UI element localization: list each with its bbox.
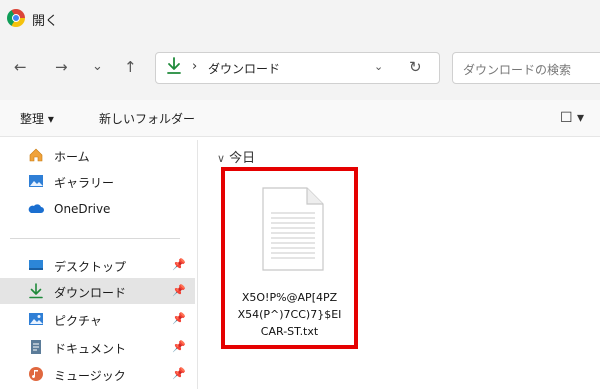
breadcrumb-downloads[interactable]: ダウンロード [208,60,280,77]
breadcrumb-separator: › [192,59,198,74]
navigation-pane: ホーム ギャラリー OneDrive デスクトップ 📌 ダウンロード 📌 ピクチ… [0,137,195,389]
gallery-icon [28,173,44,189]
music-icon [28,366,44,382]
file-name: X5O!P%@AP[4PZ X54(P^)7CC)7}$EI CAR-ST.tx… [237,291,342,338]
group-label: 今日 [229,151,256,166]
onedrive-icon [28,201,44,217]
sidebar-item-onedrive[interactable]: OneDrive [0,196,195,222]
address-dropdown-button[interactable]: ⌄ [374,60,383,73]
sidebar-item-pictures[interactable]: ピクチャ 📌 [0,306,195,332]
title-bar: 開く [0,0,600,40]
pictures-icon [28,311,44,327]
sidebar-divider [10,238,180,239]
sidebar-item-desktop[interactable]: デスクトップ 📌 [0,252,195,278]
chrome-icon [7,9,25,27]
organize-button[interactable]: 整理 ▾ [20,110,54,127]
desktop-icon [28,257,44,273]
download-icon [166,57,182,79]
address-bar[interactable]: › ダウンロード ⌄ ↻ [155,52,440,84]
navigation-bar: ← → ⌄ ↑ › ダウンロード ⌄ ↻ ダウンロードの検索 [0,40,600,100]
command-toolbar: 整理 ▾ 新しいフォルダー ☐ ▾ [0,100,600,137]
sidebar-item-label: デスクトップ [54,260,127,274]
sidebar-item-documents[interactable]: ドキュメント 📌 [0,334,195,360]
sidebar-item-label: ドキュメント [54,342,127,356]
pin-icon[interactable]: 📌 [172,258,186,271]
search-input[interactable]: ダウンロードの検索 [452,52,600,84]
view-options-button[interactable]: ☐ ▾ [560,110,584,126]
pin-icon[interactable]: 📌 [172,284,186,297]
refresh-button[interactable]: ↻ [409,58,422,76]
chevron-down-icon: ∨ [217,152,226,165]
documents-icon [28,339,44,355]
recent-locations-button[interactable]: ⌄ [92,57,103,77]
sidebar-item-label: ホーム [54,150,90,164]
sidebar-item-music[interactable]: ミュージック 📌 [0,361,195,387]
sidebar-item-label: ダウンロード [54,286,127,300]
sidebar-item-gallery[interactable]: ギャラリー [0,168,195,194]
window-title: 開く [32,14,59,29]
sidebar-item-label: ミュージック [54,369,126,383]
file-list: ∨ 今日 X5O!P%@AP[4PZ X54(P^)7CC)7}$EI CAR-S… [205,137,600,389]
group-header-today[interactable]: ∨ 今日 [217,147,255,166]
file-item[interactable]: X5O!P%@AP[4PZ X54(P^)7CC)7}$EI CAR-ST.tx… [221,167,358,349]
up-button[interactable]: ↑ [124,57,137,77]
sidebar-item-label: ギャラリー [54,176,115,190]
home-icon [28,147,44,163]
back-button[interactable]: ← [14,57,27,77]
sidebar-item-label: ピクチャ [54,314,102,328]
new-folder-button[interactable]: 新しいフォルダー [99,110,195,127]
download-icon [28,283,44,299]
sidebar-item-downloads[interactable]: ダウンロード 📌 [0,278,195,304]
pin-icon[interactable]: 📌 [172,340,186,353]
pane-splitter[interactable] [197,140,198,389]
sidebar-item-label: OneDrive [54,202,111,216]
pin-icon[interactable]: 📌 [172,312,186,325]
forward-button[interactable]: → [55,57,68,77]
text-file-icon [262,187,324,271]
sidebar-item-home[interactable]: ホーム [0,142,195,168]
pin-icon[interactable]: 📌 [172,367,186,380]
